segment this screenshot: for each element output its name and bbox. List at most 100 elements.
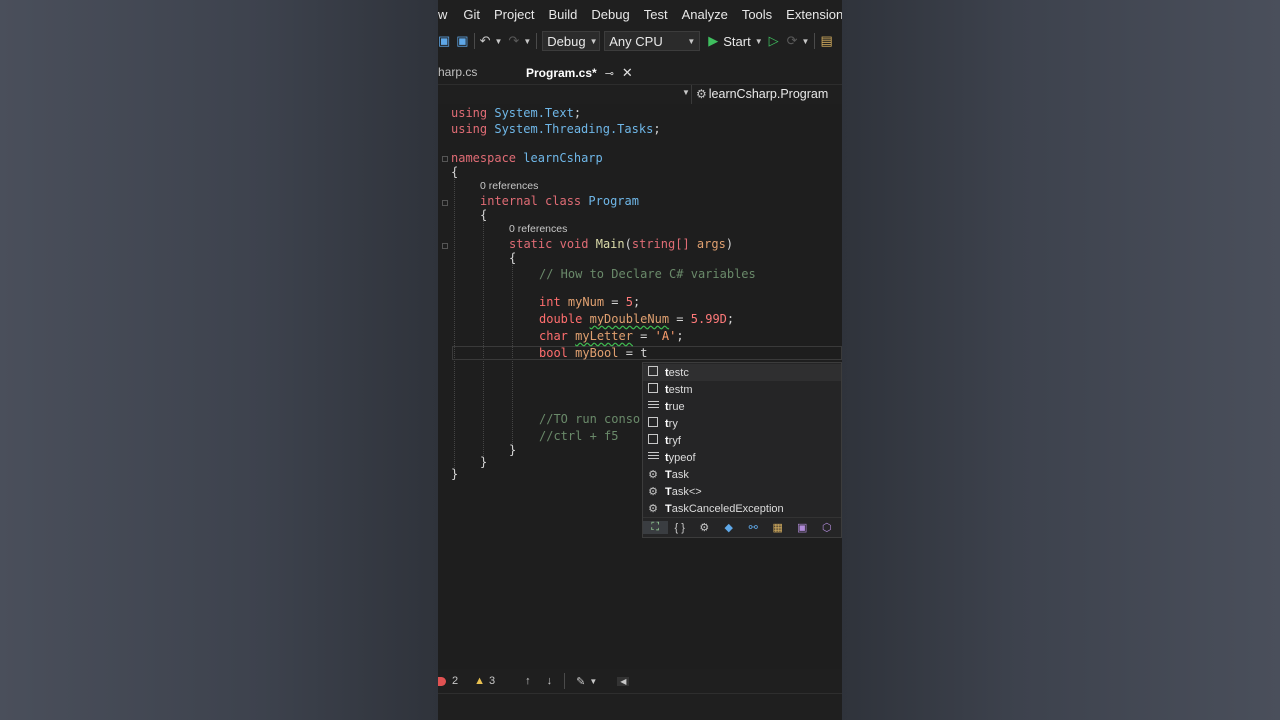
class-icon: ⚙ bbox=[648, 486, 658, 498]
menu-project[interactable]: Project bbox=[494, 7, 534, 22]
document-tabs: harp.cs Program.cs* ⊸ ✕ bbox=[438, 62, 842, 84]
menu-view[interactable]: w bbox=[438, 7, 447, 22]
bottom-panel bbox=[438, 693, 842, 720]
start-without-debugging-icon[interactable]: ▷ bbox=[769, 33, 779, 49]
error-icon[interactable] bbox=[438, 676, 446, 686]
tab-program-cs[interactable]: Program.cs* ⊸ ✕ bbox=[522, 62, 637, 84]
completion-item[interactable]: ⚙ TaskCanceledException bbox=[643, 500, 841, 517]
class-dropdown[interactable]: ⚙ learnCsharp.Program bbox=[696, 87, 828, 101]
solution-platform-select[interactable]: Any CPU ▼ bbox=[604, 31, 701, 51]
undo-icon[interactable]: ↶ bbox=[480, 33, 491, 49]
code-line: { bbox=[509, 251, 517, 265]
code-line: using System.Threading.Tasks; bbox=[451, 122, 661, 136]
editor-status-bar: 2 ▲ 3 ↑ ↓ ✎ ▼ ◀ bbox=[438, 669, 842, 693]
code-line: } bbox=[509, 443, 517, 457]
code-comment: //TO run conso bbox=[539, 412, 641, 426]
pin-icon[interactable]: ⊸ bbox=[605, 67, 614, 80]
interface-filter-icon[interactable]: ⚯ bbox=[741, 521, 766, 534]
keyword-icon bbox=[647, 400, 659, 413]
code-line: internal class Program bbox=[480, 194, 639, 208]
collapse-icon[interactable] bbox=[442, 156, 448, 162]
menu-tools[interactable]: Tools bbox=[742, 7, 772, 22]
start-icon[interactable]: ▶ bbox=[708, 33, 718, 49]
completion-item[interactable]: t rue bbox=[643, 398, 841, 415]
tab-learncsharp[interactable]: harp.cs bbox=[438, 65, 477, 79]
code-line: { bbox=[451, 165, 459, 179]
completion-item[interactable]: ⚙ Task bbox=[643, 466, 841, 483]
codelens-references[interactable]: 0 references bbox=[509, 223, 567, 235]
indent-guide bbox=[483, 216, 484, 460]
module-filter-icon[interactable]: ⬡ bbox=[815, 521, 840, 534]
intellisense-popup: t estc t estm t rue t ry t ryf t ypeof ⚙ Task … bbox=[642, 362, 842, 538]
toolbar: ▣ ▣ ↶ ▼ ↷ ▼ Debug ▼ Any CPU ▼ ▶ Start ▼ … bbox=[438, 29, 842, 53]
code-line: } bbox=[480, 455, 488, 469]
navbar-separator bbox=[691, 85, 692, 105]
code-line: char myLetter = 'A'; bbox=[539, 329, 684, 343]
navigation-bar: ▼ ⚙ learnCsharp.Program bbox=[438, 84, 842, 105]
namespace-filter-icon[interactable]: { } bbox=[668, 522, 693, 534]
chevron-down-icon[interactable]: ▼ bbox=[682, 88, 690, 97]
class-icon: ⚙ bbox=[648, 469, 658, 481]
save-all-icon[interactable]: ▣ bbox=[456, 33, 468, 49]
struct-filter-icon[interactable]: ◆ bbox=[717, 521, 742, 534]
hot-reload-icon[interactable]: ⟳ bbox=[787, 33, 798, 49]
menu-test[interactable]: Test bbox=[644, 7, 668, 22]
scroll-left-icon[interactable]: ◀ bbox=[617, 676, 630, 686]
menu-analyze[interactable]: Analyze bbox=[682, 7, 728, 22]
menu-debug[interactable]: Debug bbox=[591, 7, 629, 22]
completion-filter-bar: ⛶ { } ⚙ ◆ ⚯ ▦ ▣ ⬡ bbox=[643, 517, 841, 537]
code-line: { bbox=[480, 208, 488, 222]
code-comment: //ctrl + f5 bbox=[539, 429, 619, 443]
expand-filter-icon[interactable]: ⛶ bbox=[643, 521, 668, 534]
completion-item[interactable]: t estm bbox=[643, 381, 841, 398]
delegate-filter-icon[interactable]: ▣ bbox=[790, 521, 815, 534]
completion-item[interactable]: t estc bbox=[643, 364, 841, 381]
hot-reload-dropdown-icon[interactable]: ▼ bbox=[802, 37, 810, 46]
code-line: double myDoubleNum = 5.99D; bbox=[539, 312, 735, 326]
enum-filter-icon[interactable]: ▦ bbox=[766, 521, 791, 534]
redo-dropdown-icon[interactable]: ▼ bbox=[523, 37, 531, 46]
error-count[interactable]: 2 bbox=[452, 675, 458, 687]
previous-issue-icon[interactable]: ↑ bbox=[525, 675, 531, 687]
code-line: } bbox=[451, 467, 459, 481]
completion-item[interactable]: t ypeof bbox=[643, 449, 841, 466]
start-button[interactable]: Start bbox=[723, 34, 750, 49]
warning-count[interactable]: 3 bbox=[489, 675, 495, 687]
menu-extensions[interactable]: Extensions bbox=[786, 7, 842, 22]
folder-icon[interactable]: ▤ bbox=[820, 33, 832, 49]
snippet-icon bbox=[647, 383, 659, 396]
snippet-icon bbox=[647, 417, 659, 430]
indent-guide bbox=[454, 172, 455, 472]
statusbar-separator bbox=[564, 673, 566, 689]
completion-item[interactable]: ⚙ Task<> bbox=[643, 483, 841, 500]
class-path: learnCsharp.Program bbox=[708, 87, 829, 101]
chevron-down-icon: ▼ bbox=[589, 36, 598, 46]
save-icon[interactable]: ▣ bbox=[438, 33, 450, 49]
menu-bar: w Git Project Build Debug Test Analyze T… bbox=[438, 0, 842, 29]
code-cleanup-icon[interactable]: ✎ bbox=[576, 675, 585, 688]
code-line: using System.Text; bbox=[451, 106, 582, 120]
next-issue-icon[interactable]: ↓ bbox=[547, 675, 553, 687]
solution-configuration-select[interactable]: Debug ▼ bbox=[542, 31, 601, 51]
menu-build[interactable]: Build bbox=[548, 7, 577, 22]
completion-item[interactable]: t ryf bbox=[643, 432, 841, 449]
undo-dropdown-icon[interactable]: ▼ bbox=[495, 37, 503, 46]
completion-item[interactable]: t ry bbox=[643, 415, 841, 432]
warning-icon[interactable]: ▲ bbox=[474, 675, 485, 687]
keyword-icon bbox=[647, 451, 659, 464]
visual-studio-window: w Git Project Build Debug Test Analyze T… bbox=[438, 0, 842, 720]
menu-git[interactable]: Git bbox=[463, 7, 480, 22]
config-value: Debug bbox=[547, 33, 586, 49]
start-dropdown-icon[interactable]: ▼ bbox=[755, 37, 763, 46]
chevron-down-icon[interactable]: ▼ bbox=[589, 677, 597, 686]
background-right bbox=[842, 0, 1280, 720]
class-filter-icon[interactable]: ⚙ bbox=[692, 521, 717, 534]
collapse-icon[interactable] bbox=[442, 243, 448, 249]
code-line: int myNum = 5; bbox=[539, 295, 641, 309]
close-icon[interactable]: ✕ bbox=[622, 65, 633, 81]
toolbar-separator bbox=[814, 33, 816, 49]
collapse-icon[interactable] bbox=[442, 200, 448, 206]
class-icon: ⚙ bbox=[696, 87, 707, 101]
codelens-references[interactable]: 0 references bbox=[480, 180, 538, 192]
redo-icon[interactable]: ↷ bbox=[508, 33, 519, 49]
